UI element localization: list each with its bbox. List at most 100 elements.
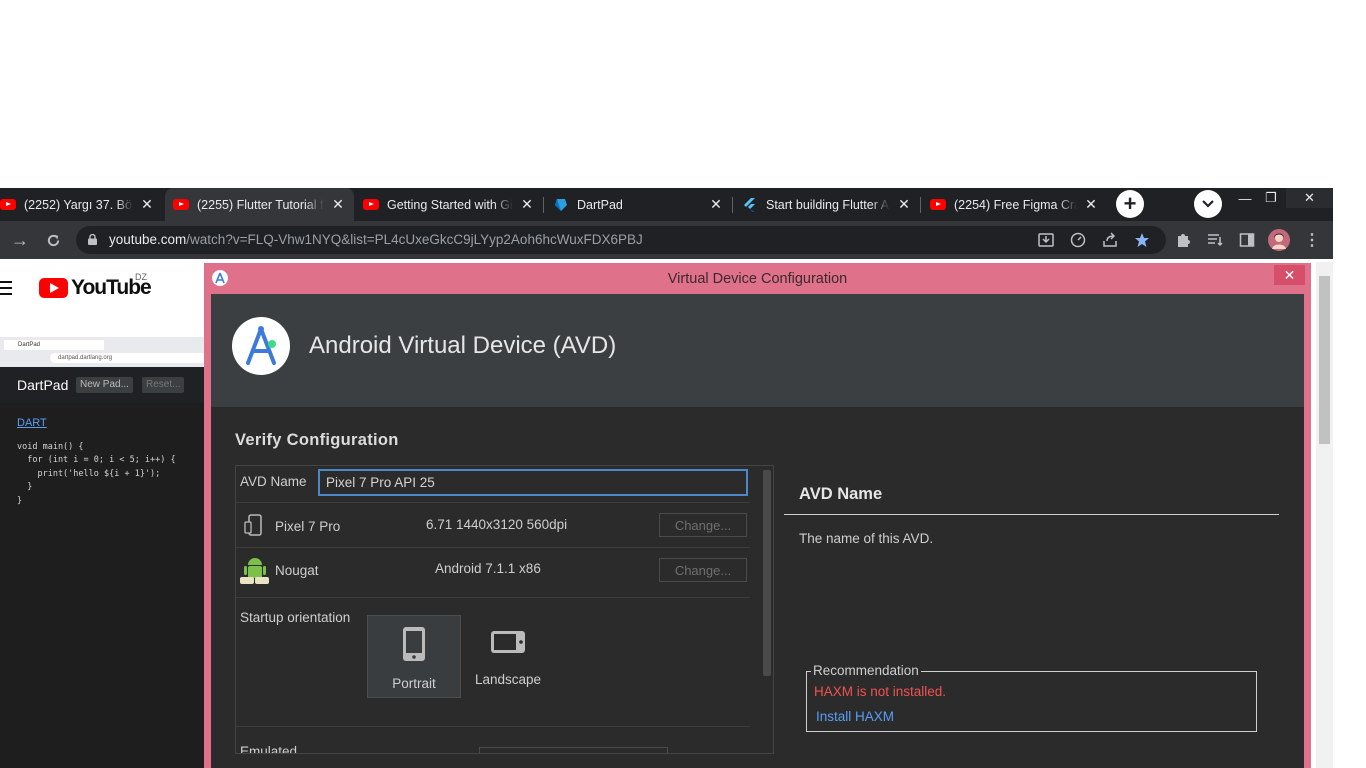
tab-title: (2252) Yargı 37. Bölüm - <box>24 197 133 212</box>
browser-tab[interactable]: DartPad ✕ <box>545 188 732 221</box>
android-studio-logo-icon <box>232 317 290 375</box>
profile-avatar[interactable] <box>1268 229 1290 251</box>
video-player[interactable]: DartPad dartpad.dartlang.org DartPad New… <box>0 337 210 768</box>
emulated-dropdown[interactable] <box>479 747 668 753</box>
share-icon[interactable] <box>1101 231 1119 249</box>
restore-button[interactable]: ❐ <box>1256 188 1286 208</box>
recommendation-box: Recommendation HAXM is not installed. In… <box>806 663 1257 732</box>
new-tab-button[interactable]: + <box>1116 190 1144 218</box>
forward-button[interactable]: → <box>10 230 30 250</box>
startup-orientation-label: Startup orientation <box>240 610 351 625</box>
portrait-option[interactable]: Portrait <box>367 615 461 698</box>
flutter-icon <box>742 197 758 213</box>
tab-separator <box>543 197 544 213</box>
browser-tab[interactable]: (2252) Yargı 37. Bölüm - ✕ <box>0 188 163 221</box>
section-title: Verify Configuration <box>235 431 399 449</box>
extensions-icon[interactable] <box>1174 231 1192 249</box>
url-host: youtube.com <box>109 232 187 247</box>
lock-icon <box>88 234 97 245</box>
help-divider <box>784 514 1279 515</box>
install-haxm-link[interactable]: Install HAXM <box>816 709 894 724</box>
device-name: Pixel 7 Pro <box>275 519 341 534</box>
recommendation-error: HAXM is not installed. <box>814 684 947 699</box>
dartpad-editor: DART void main() { for (int i = 0; i < 5;… <box>17 417 176 508</box>
youtube-icon <box>930 197 946 213</box>
close-icon[interactable]: ✕ <box>1083 196 1099 213</box>
landscape-phone-icon <box>491 631 525 653</box>
dialog-header: Android Virtual Device (AVD) <box>211 294 1304 407</box>
dart-code: void main() { for (int i = 0; i < 5; i++… <box>17 441 176 506</box>
device-phone-icon <box>244 514 262 536</box>
dart-label: DART <box>17 417 47 429</box>
portrait-label: Portrait <box>392 676 436 691</box>
dart-icon <box>553 197 569 213</box>
menu-kebab-icon[interactable]: ⋮ <box>1303 231 1321 249</box>
avd-name-label: AVD Name <box>240 474 307 489</box>
divider <box>236 502 750 503</box>
side-panel-icon[interactable] <box>1238 231 1256 249</box>
tab-title: (2254) Free Figma Crash <box>954 197 1077 212</box>
help-title: AVD Name <box>799 485 883 503</box>
tab-search-button[interactable] <box>1194 190 1222 218</box>
divider <box>236 597 750 598</box>
avd-name-row: AVD Name <box>236 468 750 498</box>
android-nougat-icon <box>240 558 269 584</box>
android-studio-icon <box>212 270 228 286</box>
video-browser-chrome: DartPad dartpad.dartlang.org <box>0 337 210 367</box>
form-scrollbar[interactable] <box>763 470 771 676</box>
system-spec: Android 7.1.1 x86 <box>435 561 541 576</box>
hamburger-menu-icon[interactable] <box>0 281 12 299</box>
device-row: Pixel 7 Pro 6.71 1440x3120 560dpi Change… <box>236 510 750 540</box>
tab-title: DartPad <box>577 197 623 212</box>
close-icon[interactable]: ✕ <box>139 196 155 213</box>
window-close-button[interactable]: ✕ <box>1286 188 1333 208</box>
close-icon[interactable]: ✕ <box>896 196 912 213</box>
page-scrollbar[interactable] <box>1316 262 1333 768</box>
system-name: Nougat <box>275 563 319 578</box>
install-app-icon[interactable] <box>1037 231 1055 249</box>
dartpad-title: DartPad <box>17 377 69 393</box>
reload-icon <box>47 234 59 246</box>
device-spec: 6.71 1440x3120 560dpi <box>426 517 568 532</box>
dartpad-new-pad: New Pad... <box>76 377 133 393</box>
divider <box>236 547 750 548</box>
video-browser-url: dartpad.dartlang.org <box>50 353 206 363</box>
config-form: AVD Name Pixel 7 Pro 6.71 1440x3120 560d… <box>235 465 774 754</box>
country-code: DZ <box>135 272 147 282</box>
chevron-down-icon <box>1202 200 1214 208</box>
youtube-logo[interactable]: YouTube DZ <box>39 272 152 300</box>
tab-title: Start building Flutter An <box>766 197 890 212</box>
browser-tab[interactable]: Getting Started with Git ✕ <box>355 188 543 221</box>
browser-tab[interactable]: Start building Flutter An ✕ <box>734 188 920 221</box>
youtube-icon <box>173 197 189 213</box>
dartpad-reset: Reset... <box>142 377 185 393</box>
tab-separator <box>732 197 733 213</box>
browser-tab-active[interactable]: (2255) Flutter Tutorial fo ✕ <box>165 188 354 221</box>
tab-separator <box>920 197 921 213</box>
portrait-phone-icon <box>403 627 425 661</box>
recommendation-label: Recommendation <box>811 663 921 678</box>
youtube-icon <box>0 197 16 213</box>
reading-list-icon[interactable] <box>1206 231 1224 249</box>
dartpad-header: DartPad New Pad... Reset... <box>0 367 210 403</box>
address-bar[interactable]: youtube.com/watch?v=FLQ-Vhw1NYQ&list=PL4… <box>76 226 1166 254</box>
scrollbar-thumb[interactable] <box>1319 276 1330 444</box>
browser-tab[interactable]: (2254) Free Figma Crash ✕ <box>922 188 1107 221</box>
url-text: youtube.com/watch?v=FLQ-Vhw1NYQ&list=PL4… <box>109 232 643 247</box>
change-system-image-button[interactable]: Change... <box>659 558 747 582</box>
avd-name-input[interactable] <box>318 469 748 496</box>
close-icon[interactable]: ✕ <box>519 196 535 213</box>
emulated-row: Emulated <box>236 744 750 753</box>
change-device-button[interactable]: Change... <box>659 513 747 537</box>
virtual-device-config-dialog: Virtual Device Configuration ✕ Android V… <box>204 263 1311 768</box>
close-icon[interactable]: ✕ <box>708 196 724 213</box>
bookmark-star-icon[interactable] <box>1133 231 1151 249</box>
dialog-title: Virtual Device Configuration <box>667 270 848 287</box>
reload-button[interactable] <box>43 230 63 250</box>
close-icon[interactable]: ✕ <box>330 196 346 213</box>
screen: (2252) Yargı 37. Bölüm - ✕ (2255) Flutte… <box>0 0 1366 768</box>
landscape-option[interactable]: Landscape <box>461 615 555 698</box>
youtube-icon <box>363 197 379 213</box>
dialog-close-button[interactable]: ✕ <box>1274 265 1305 285</box>
speed-icon[interactable] <box>1069 231 1087 249</box>
